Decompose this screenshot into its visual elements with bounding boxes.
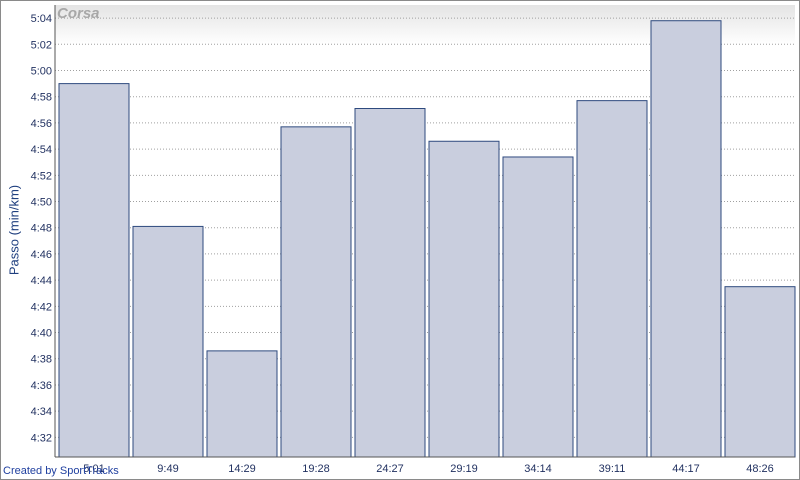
bar xyxy=(576,100,648,458)
x-tick-label: 48:26 xyxy=(746,463,774,475)
x-tick-label: 9:49 xyxy=(157,463,178,475)
bar xyxy=(502,156,574,458)
y-tick-label: 4:58 xyxy=(31,92,52,104)
y-tick-label: 4:32 xyxy=(31,432,52,444)
y-tick-label: 4:36 xyxy=(31,380,52,392)
y-tick-label: 4:48 xyxy=(31,223,52,235)
x-tick-label: 39:11 xyxy=(599,463,626,475)
x-tick-label: 44:17 xyxy=(672,463,700,475)
bar xyxy=(132,225,204,458)
bar xyxy=(650,20,722,458)
y-tick-label: 4:52 xyxy=(31,170,52,182)
chart-title: Corsa xyxy=(57,5,100,22)
x-tick-label: 29:19 xyxy=(450,463,478,475)
y-tick-label: 4:50 xyxy=(31,197,52,209)
y-tick-label: 4:46 xyxy=(31,249,52,261)
y-axis-label: Passo (min/km) xyxy=(6,184,22,276)
bar xyxy=(206,350,278,458)
bar xyxy=(724,286,796,458)
y-tick-label: 4:54 xyxy=(31,144,52,156)
x-tick-label: 19:28 xyxy=(302,463,330,475)
y-tick-label: 4:34 xyxy=(31,406,52,418)
x-tick-label: 14:29 xyxy=(228,463,256,475)
x-tick-label: 34:14 xyxy=(524,463,552,475)
credit-text: Created by SportTracks xyxy=(3,465,119,477)
y-tick-label: 5:02 xyxy=(31,39,52,51)
y-tick-label: 4:56 xyxy=(31,118,52,130)
y-tick-label: 4:38 xyxy=(31,354,52,366)
bar xyxy=(58,83,130,458)
y-tick-label: 4:40 xyxy=(31,328,52,340)
y-tick-label: 4:44 xyxy=(31,275,52,287)
y-tick-label: 4:42 xyxy=(31,301,52,313)
bar xyxy=(280,126,352,458)
x-tick-label: 24:27 xyxy=(376,463,404,475)
bar xyxy=(354,108,426,458)
bar xyxy=(428,140,500,458)
y-tick-label: 5:00 xyxy=(31,66,52,78)
y-tick-label: 5:04 xyxy=(31,13,52,25)
bar-chart: 4:32 4:34 4:36 4:38 4:40 4:42 4:44 4:46 4:48 4:50… xyxy=(31,5,796,475)
